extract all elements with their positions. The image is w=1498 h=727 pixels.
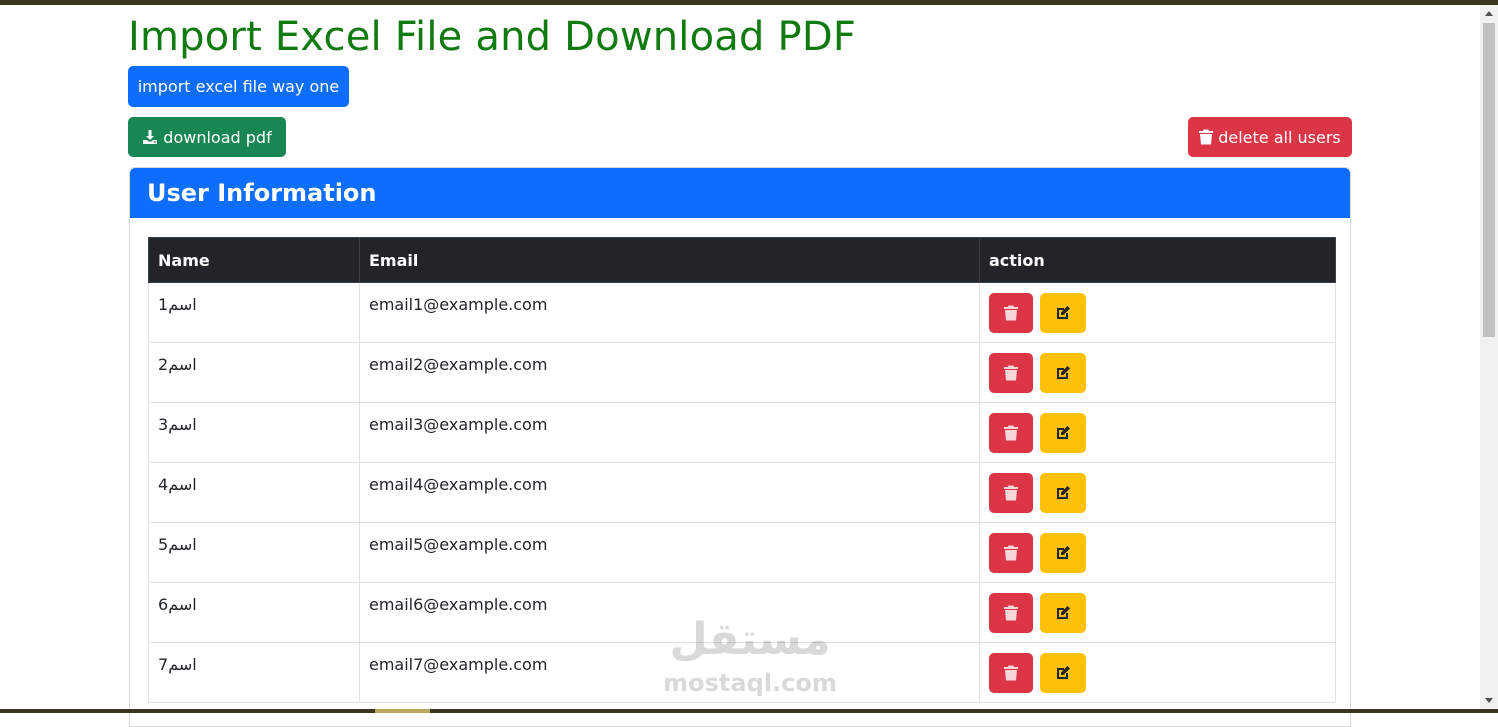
download-icon (142, 129, 158, 145)
card-header: User Information (130, 168, 1350, 218)
user-actions-cell (979, 342, 1336, 403)
import-excel-button-label: import excel file way one (137, 77, 340, 96)
user-email-cell: email4@example.com (359, 462, 980, 523)
table-row: اسم6 email6@example.com (148, 582, 1336, 643)
user-name-cell: اسم6 (148, 582, 360, 643)
edit-user-button[interactable] (1040, 473, 1087, 513)
user-actions-cell (979, 642, 1336, 703)
user-email-cell: email2@example.com (359, 342, 980, 403)
scroll-up-arrow-icon[interactable] (1480, 5, 1498, 22)
delete-user-button[interactable] (989, 293, 1033, 333)
user-actions-cell (979, 522, 1336, 583)
edit-user-button[interactable] (1040, 653, 1087, 693)
delete-user-button[interactable] (989, 533, 1033, 573)
column-header-action: action (979, 237, 1336, 283)
delete-user-button[interactable] (989, 593, 1033, 633)
delete-user-button[interactable] (989, 413, 1033, 453)
column-header-name: Name (148, 237, 360, 283)
table-row: اسم4 email4@example.com (148, 462, 1336, 523)
edit-icon (1057, 606, 1071, 619)
page-content: Import Excel File and Download PDF impor… (128, 5, 1352, 727)
delete-all-users-button[interactable]: delete all users (1188, 117, 1352, 157)
edit-user-button[interactable] (1040, 293, 1087, 333)
table-row: اسم5 email5@example.com (148, 522, 1336, 583)
user-email-cell: email5@example.com (359, 522, 980, 583)
window-bottom-border (0, 709, 1498, 713)
users-table: Name Email action اسم1 email1@example.co… (148, 237, 1336, 703)
column-header-email: Email (359, 237, 980, 283)
user-actions-cell (979, 282, 1336, 343)
user-actions-cell (979, 402, 1336, 463)
edit-user-button[interactable] (1040, 593, 1087, 633)
edit-icon (1057, 366, 1071, 379)
table-row: اسم1 email1@example.com (148, 282, 1336, 343)
trash-icon (1004, 305, 1018, 321)
edit-icon (1057, 546, 1071, 559)
edit-icon (1057, 306, 1071, 319)
table-row: اسم2 email2@example.com (148, 342, 1336, 403)
user-email-cell: email6@example.com (359, 582, 980, 643)
user-email-cell: email7@example.com (359, 642, 980, 703)
table-row: اسم7 email7@example.com (148, 642, 1336, 703)
trash-icon (1004, 365, 1018, 381)
delete-user-button[interactable] (989, 353, 1033, 393)
user-name-cell: اسم3 (148, 402, 360, 463)
trash-icon (1004, 605, 1018, 621)
import-excel-button[interactable]: import excel file way one (128, 66, 349, 107)
edit-icon (1057, 486, 1071, 499)
user-actions-cell (979, 462, 1336, 523)
edit-user-button[interactable] (1040, 413, 1087, 453)
trash-icon (1199, 129, 1214, 145)
table-row: اسم3 email3@example.com (148, 402, 1336, 463)
trash-icon (1004, 665, 1018, 681)
edit-icon (1057, 426, 1071, 439)
scrollbar-thumb[interactable] (1483, 23, 1495, 337)
card-title: User Information (147, 179, 377, 207)
user-name-cell: اسم4 (148, 462, 360, 523)
scroll-down-arrow-icon[interactable] (1480, 692, 1498, 709)
user-email-cell: email3@example.com (359, 402, 980, 463)
edit-user-button[interactable] (1040, 353, 1087, 393)
trash-icon (1004, 545, 1018, 561)
user-name-cell: اسم5 (148, 522, 360, 583)
delete-user-button[interactable] (989, 653, 1033, 693)
user-information-card: User Information Name Email action اسم1 … (129, 167, 1351, 727)
trash-icon (1004, 485, 1018, 501)
download-pdf-button[interactable]: download pdf (128, 117, 286, 157)
delete-user-button[interactable] (989, 473, 1033, 513)
delete-all-users-button-label: delete all users (1218, 127, 1341, 147)
page-title: Import Excel File and Download PDF (128, 14, 857, 60)
edit-user-button[interactable] (1040, 533, 1087, 573)
download-pdf-button-label: download pdf (163, 127, 272, 147)
user-email-cell: email1@example.com (359, 282, 980, 343)
user-name-cell: اسم7 (148, 642, 360, 703)
user-name-cell: اسم1 (148, 282, 360, 343)
vertical-scrollbar[interactable] (1480, 5, 1498, 709)
trash-icon (1004, 425, 1018, 441)
user-name-cell: اسم2 (148, 342, 360, 403)
user-actions-cell (979, 582, 1336, 643)
table-header-row: Name Email action (148, 237, 1336, 283)
edit-icon (1057, 666, 1071, 679)
